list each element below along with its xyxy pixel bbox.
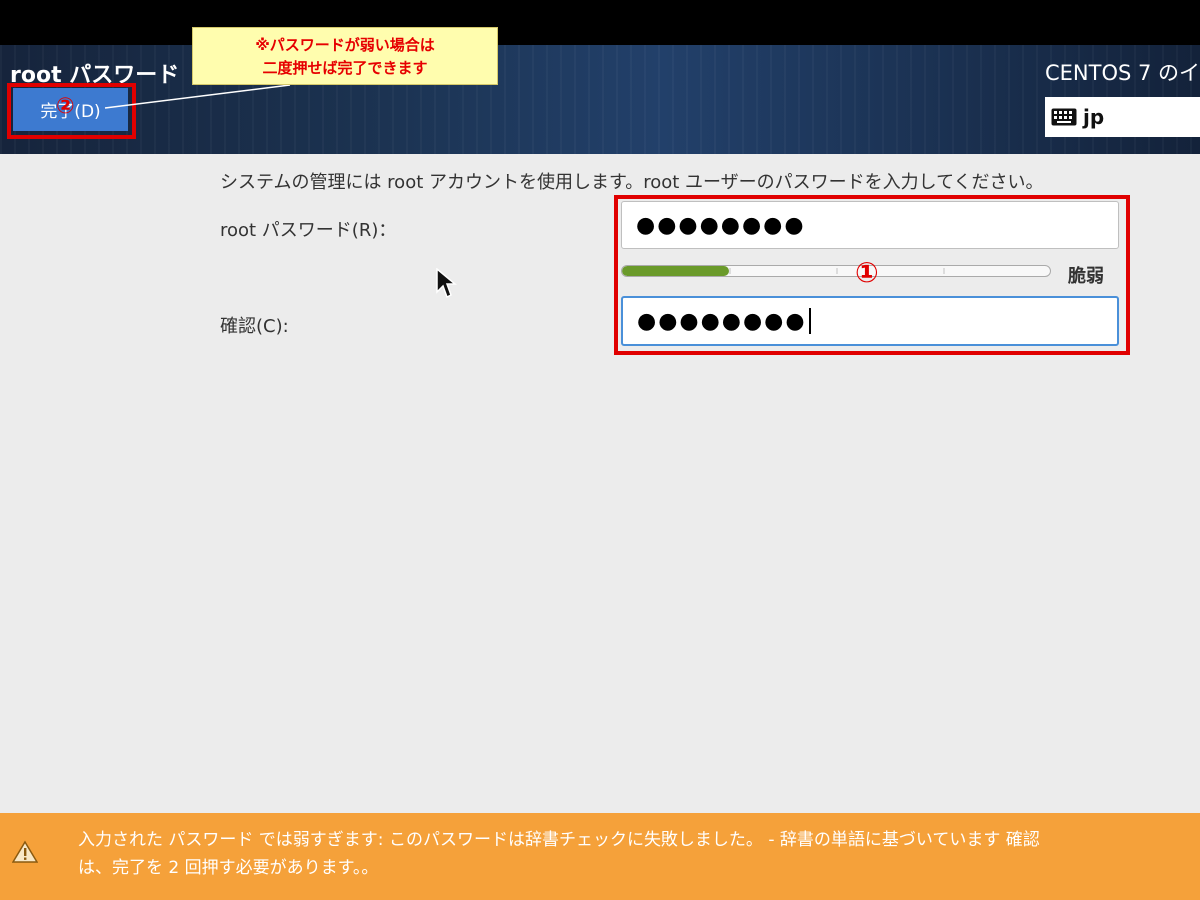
annotation-callout: ※パスワードが弱い場合は 二度押せば完了できます [192, 27, 498, 85]
callout-pointer-line [104, 84, 291, 109]
callout-text: ※パスワードが弱い場合は 二度押せば完了できます [255, 36, 435, 77]
